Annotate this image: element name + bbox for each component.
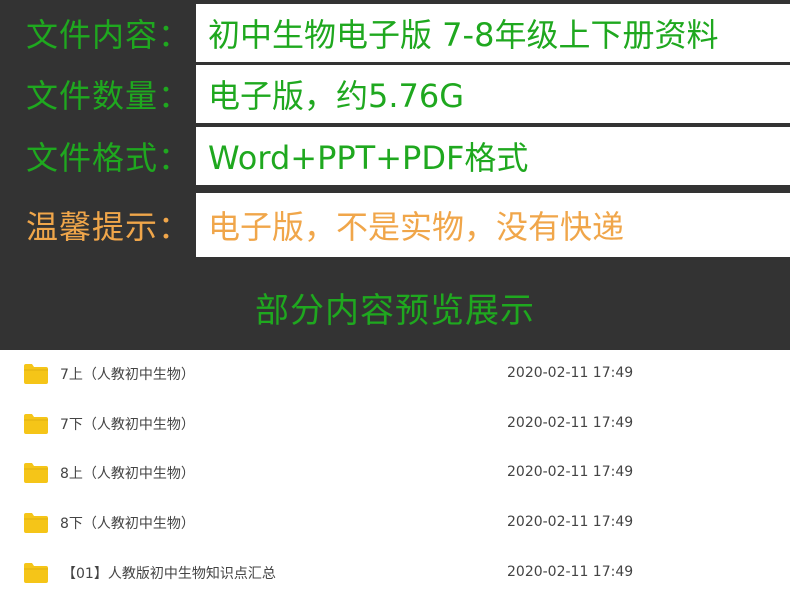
info-panel: 文件内容： 初中生物电子版 7-8年级上下册资料 文件数量： 电子版，约5.76…: [0, 0, 790, 350]
notice-value: 电子版，不是实物，没有快递: [196, 193, 790, 257]
file-list: 7上（人教初中生物） 2020-02-11 17:49 7下（人教初中生物） 2…: [0, 350, 790, 600]
folder-icon: [24, 463, 48, 483]
folder-modified-date: 2020-02-11 17:49: [507, 564, 634, 580]
folder-name: 8上（人教初中生物）: [60, 466, 195, 482]
folder-modified-date: 2020-02-11 17:49: [507, 464, 634, 480]
folder-modified-date: 2020-02-11 17:49: [507, 365, 634, 381]
folder-row[interactable]: 8下（人教初中生物） 2020-02-11 17:49: [0, 499, 790, 549]
folder-icon: [24, 364, 48, 384]
notice-row: 温馨提示： 电子版，不是实物，没有快递: [0, 193, 790, 257]
file-format-row: 文件格式： Word+PPT+PDF格式: [0, 127, 790, 185]
preview-title: 部分内容预览展示: [255, 290, 535, 331]
file-size-label: 文件数量：: [26, 77, 192, 115]
file-content-row: 文件内容： 初中生物电子版 7-8年级上下册资料: [0, 4, 790, 62]
folder-name: 7下（人教初中生物）: [60, 417, 195, 433]
file-format-value: Word+PPT+PDF格式: [196, 127, 790, 185]
folder-row[interactable]: 7下（人教初中生物） 2020-02-11 17:49: [0, 400, 790, 450]
file-size-value: 电子版，约5.76G: [196, 65, 790, 123]
folder-icon: [24, 414, 48, 434]
file-content-label: 文件内容：: [26, 16, 192, 54]
notice-label: 温馨提示：: [26, 208, 192, 246]
folder-row[interactable]: 7上（人教初中生物） 2020-02-11 17:49: [0, 350, 790, 400]
folder-name: 8下（人教初中生物）: [60, 516, 195, 532]
folder-modified-date: 2020-02-11 17:49: [507, 415, 634, 431]
folder-icon: [24, 513, 48, 533]
file-content-value: 初中生物电子版 7-8年级上下册资料: [196, 4, 790, 62]
file-format-label: 文件格式：: [26, 139, 192, 177]
product-info-page: 文件内容： 初中生物电子版 7-8年级上下册资料 文件数量： 电子版，约5.76…: [0, 0, 790, 600]
folder-row[interactable]: 8上（人教初中生物） 2020-02-11 17:49: [0, 449, 790, 499]
folder-modified-date: 2020-02-11 17:49: [507, 514, 634, 530]
folder-name: 【01】人教版初中生物知识点汇总: [62, 566, 276, 582]
folder-icon: [24, 563, 48, 583]
file-size-row: 文件数量： 电子版，约5.76G: [0, 65, 790, 123]
folder-name: 7上（人教初中生物）: [60, 367, 195, 383]
folder-row[interactable]: 【01】人教版初中生物知识点汇总 2020-02-11 17:49: [0, 549, 790, 599]
